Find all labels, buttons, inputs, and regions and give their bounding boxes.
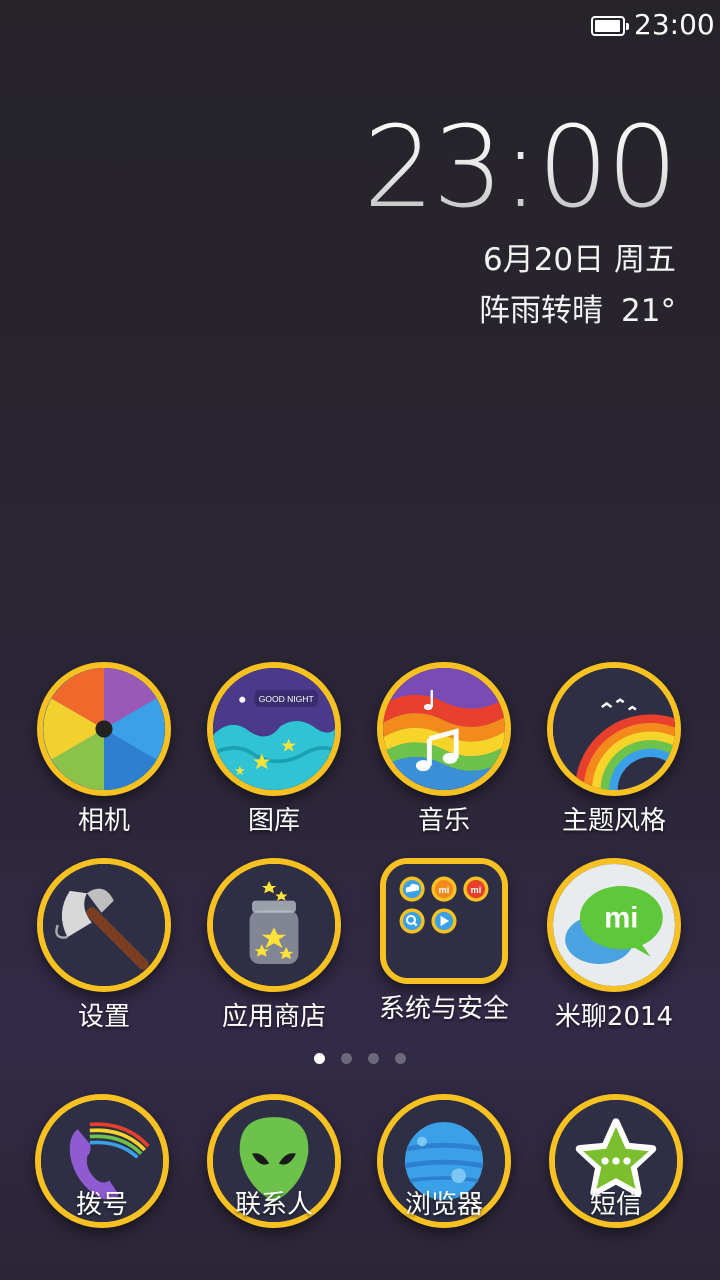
mi-chat-badge-text: mi xyxy=(604,901,638,934)
gallery-badge-text: GOOD NIGHT xyxy=(259,694,315,704)
status-time: 23:00 xyxy=(634,8,715,41)
page-indicator[interactable] xyxy=(0,1049,720,1068)
axe-icon xyxy=(43,864,165,986)
app-label: 应用商店 xyxy=(221,1002,326,1032)
app-theme[interactable]: 主题风格 xyxy=(529,662,699,837)
app-store[interactable]: 应用商店 xyxy=(189,858,359,1033)
widget-time[interactable]: 23:00 xyxy=(363,112,678,224)
camera-icon xyxy=(43,668,165,790)
app-label: 米聊2014 xyxy=(554,1002,674,1032)
page-dot[interactable] xyxy=(341,1053,352,1064)
app-music[interactable]: 音乐 xyxy=(359,662,529,837)
app-label: 浏览器 xyxy=(404,1190,483,1220)
mi-chat-icon: mi xyxy=(553,864,675,986)
app-gallery[interactable]: GOOD NIGHT 图库 xyxy=(189,662,359,837)
music-icon xyxy=(383,668,505,790)
gallery-icon: GOOD NIGHT xyxy=(213,668,335,790)
app-label: 相机 xyxy=(77,806,130,836)
folder-mi-red-text: mi xyxy=(471,885,482,895)
app-label: 图库 xyxy=(247,806,300,836)
page-dot[interactable] xyxy=(395,1053,406,1064)
app-mi-chat[interactable]: mi 米聊2014 xyxy=(529,858,699,1033)
app-label: 联系人 xyxy=(234,1190,313,1220)
clock-weather-widget[interactable]: 23:00 6月20日 周五 阵雨转晴 21° xyxy=(363,112,678,330)
dock-messages[interactable]: 短信 xyxy=(531,1094,701,1228)
app-label: 拨号 xyxy=(75,1190,128,1220)
dock-contacts[interactable]: 联系人 xyxy=(189,1094,359,1228)
page-dot[interactable] xyxy=(314,1053,325,1064)
app-settings[interactable]: 设置 xyxy=(19,858,189,1033)
folder-mi-orange-text: mi xyxy=(439,885,450,895)
folder-icon: mi mi xyxy=(387,864,501,978)
dock-browser[interactable]: 浏览器 xyxy=(359,1094,529,1228)
battery-icon xyxy=(591,16,629,36)
app-label: 短信 xyxy=(589,1190,642,1220)
app-camera[interactable]: 相机 xyxy=(19,662,189,837)
theme-icon xyxy=(553,668,675,790)
app-label: 音乐 xyxy=(417,806,470,836)
widget-weather[interactable]: 阵雨转晴 21° xyxy=(363,285,676,330)
status-bar: 23:00 xyxy=(0,0,720,52)
page-dot[interactable] xyxy=(368,1053,379,1064)
app-folder-system-security[interactable]: mi mi 系统与安全 xyxy=(359,858,529,1025)
dock-dialer[interactable]: 拨号 xyxy=(17,1094,187,1228)
star-jar-icon xyxy=(213,864,335,986)
app-label: 设置 xyxy=(77,1002,130,1032)
app-label: 系统与安全 xyxy=(378,994,509,1024)
weather-temperature: 21° xyxy=(621,293,676,329)
weather-condition: 阵雨转晴 xyxy=(479,293,604,329)
widget-date: 6月20日 周五 xyxy=(482,242,676,278)
app-label: 主题风格 xyxy=(561,806,666,836)
